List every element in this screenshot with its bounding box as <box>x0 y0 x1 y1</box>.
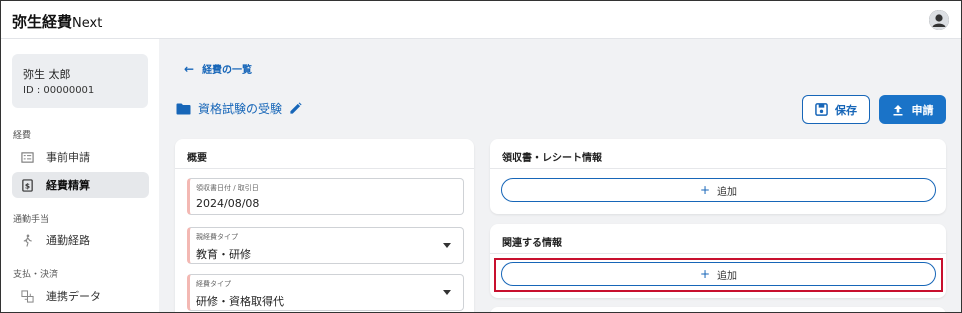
additional-card <box>490 307 946 312</box>
sidebar-item-expense-settlement[interactable]: $ 経費精算 <box>12 172 149 198</box>
overview-card: 概要 領収書日付 / 取引日 2024/08/08 親経費タイプ 教育・研修 経… <box>175 139 474 312</box>
sidebar-section-expense: 経費 <box>13 131 32 141</box>
field-label: 親経費タイプ <box>196 233 238 241</box>
linked-data-icon <box>21 289 34 303</box>
sidebar-item-pre-application[interactable]: 事前申請 <box>12 144 149 170</box>
divider <box>175 168 474 169</box>
sidebar-item-commute-route[interactable]: 通勤経路 <box>12 227 149 253</box>
sidebar-section-commute: 通勤手当 <box>13 215 50 225</box>
parent-expense-type-select[interactable]: 親経費タイプ 教育・研修 <box>187 227 464 264</box>
user-avatar-icon[interactable] <box>929 10 949 30</box>
receipt-icon: $ <box>22 178 33 192</box>
walking-person-icon <box>23 234 32 247</box>
upload-icon <box>893 104 902 115</box>
receipt-date-field[interactable]: 領収書日付 / 取引日 2024/08/08 <box>187 178 464 215</box>
sidebar-item-label: 連携データ <box>46 290 101 303</box>
plus-icon: + <box>699 183 711 197</box>
sidebar-section-payment: 支払・決済 <box>13 270 59 280</box>
field-value: 研修・資格取得代 <box>196 295 284 308</box>
back-to-list-link[interactable]: ← 経費の一覧 <box>184 61 252 77</box>
save-button[interactable]: 保存 <box>802 95 870 124</box>
checklist-icon <box>21 151 34 163</box>
user-id: ID : 00000001 <box>23 85 95 96</box>
sidebar-item-label: 事前申請 <box>46 151 90 164</box>
divider <box>490 253 946 254</box>
related-card-title: 関連する情報 <box>502 238 562 249</box>
folder-icon <box>176 103 191 114</box>
user-card: 弥生 太郎 ID : 00000001 <box>12 54 148 108</box>
add-receipt-button[interactable]: + 追加 <box>501 178 936 202</box>
app-logo[interactable]: 弥生経費Next <box>12 11 102 32</box>
field-label: 領収書日付 / 取引日 <box>196 184 259 192</box>
overview-title: 概要 <box>187 153 207 164</box>
field-value: 教育・研修 <box>196 248 251 261</box>
arrow-left-icon: ← <box>184 61 195 76</box>
top-header: 弥生経費Next <box>1 1 961 39</box>
sidebar-item-label: 通勤経路 <box>46 234 90 247</box>
svg-text:$: $ <box>25 181 30 190</box>
edit-pencil-icon[interactable] <box>289 102 302 115</box>
apply-button[interactable]: 申請 <box>879 95 946 124</box>
page-title: 資格試験の受験 <box>176 100 302 117</box>
dropdown-arrow-icon <box>443 243 451 248</box>
divider <box>490 168 946 169</box>
receipt-info-card: 領収書・レシート情報 + 追加 <box>490 139 946 214</box>
user-name: 弥生 太郎 <box>23 68 71 81</box>
expense-type-select[interactable]: 経費タイプ 研修・資格取得代 <box>187 274 464 311</box>
sidebar-item-label: 経費精算 <box>46 179 90 192</box>
sidebar-item-linked-data[interactable]: 連携データ <box>12 283 149 309</box>
field-label: 経費タイプ <box>196 280 231 288</box>
highlight-box <box>494 258 943 292</box>
field-value: 2024/08/08 <box>196 197 260 210</box>
sidebar: 弥生 太郎 ID : 00000001 経費 事前申請 $ 経費精算 通勤手当 … <box>1 39 159 312</box>
app-window: 弥生経費Next 弥生 太郎 ID : 00000001 経費 事前申請 $ 経… <box>0 0 962 313</box>
dropdown-arrow-icon <box>443 290 451 295</box>
receipt-card-title: 領収書・レシート情報 <box>502 153 602 164</box>
save-disk-icon <box>815 103 828 116</box>
